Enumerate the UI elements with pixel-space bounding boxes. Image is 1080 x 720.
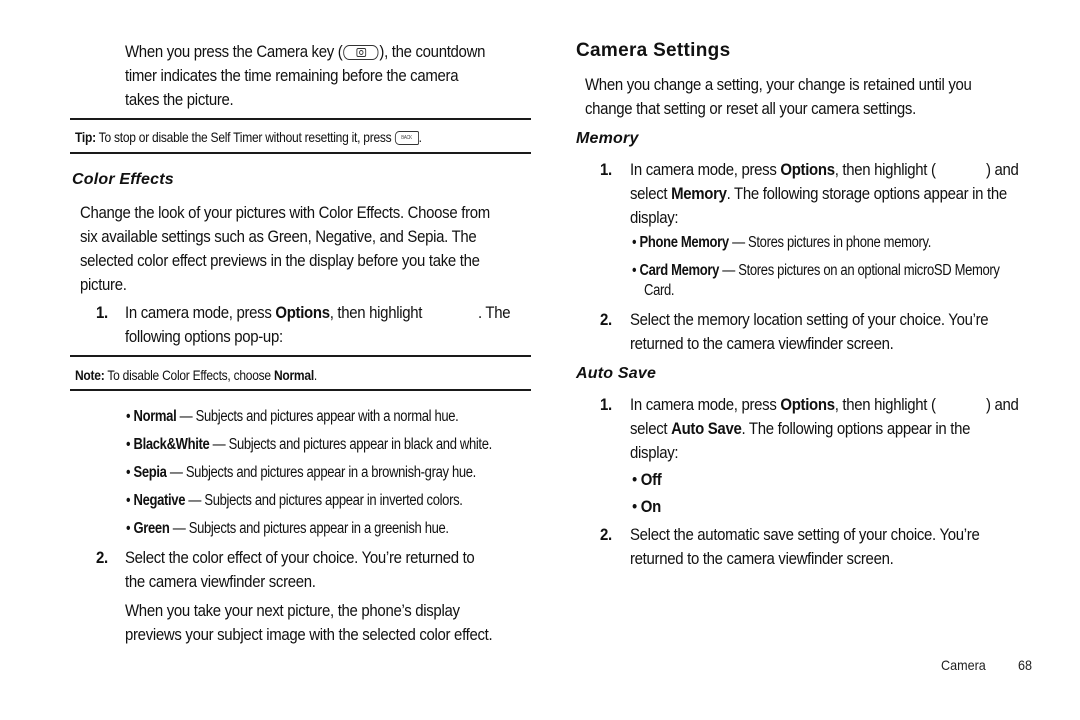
memory-step2-line1: Select the memory location setting of yo… [630,310,989,329]
note-bottom-rule [70,389,531,391]
option-desc: — Subjects and pictures appear in a brow… [166,464,476,481]
list-item: • Green — Subjects and pictures appear i… [126,520,449,537]
step-text: select [630,184,672,203]
step-number: 2. [96,548,108,567]
color-effects-step1-line2: following options pop-up: [125,327,283,346]
intro-text: When you press the Camera key ( [125,42,343,61]
camera-key-icon [343,45,379,61]
option-name: Normal [133,408,177,425]
tip-end: . [418,129,422,145]
intro-text: ), the countdown [379,42,486,61]
option-name: Sepia [133,464,167,481]
tip-body: To stop or disable the Self Timer withou… [95,129,395,145]
option-name: On [640,497,661,516]
auto-save-step1-end: ) and [986,395,1019,414]
memory-step2-line2: returned to the camera viewfinder screen… [630,334,894,353]
step-text: In camera mode, press [125,303,276,322]
option-name: Off [640,470,662,489]
tip-top-rule [70,118,531,120]
memory-step1-line1: In camera mode, press Options, then high… [630,158,936,182]
option-name: Phone Memory [639,234,730,251]
note-text: Note: To disable Color Effects, choose N… [75,366,317,384]
option-desc: — Stores pictures on an optional microSD… [719,262,1000,279]
note-keyword: Normal [273,367,314,383]
auto-save-step2-line2: returned to the camera viewfinder screen… [630,549,894,568]
footer-section-name: Camera [941,657,986,673]
step-text: In camera mode, press [630,160,781,179]
tip-label: Tip: [75,129,96,145]
color-effects-para-line: Change the look of your pictures with Co… [80,203,490,222]
step-text: . The following options appear in the [741,419,971,438]
memory-step1-end: ) and [986,160,1019,179]
camera-settings-para-line: When you change a setting, your change i… [585,75,972,94]
page-number: 68 [1018,657,1033,673]
option-desc: — Subjects and pictures appear with a no… [176,408,459,425]
color-effects-step2-line2: the camera viewfinder screen. [125,572,316,591]
auto-save-keyword: Auto Save [671,419,742,438]
option-name: Card Memory [639,262,720,279]
step-text: . The following storage options appear i… [726,184,1008,203]
step-text: In camera mode, press [630,395,781,414]
options-keyword: Options [780,395,835,414]
list-item: • Negative — Subjects and pictures appea… [126,492,463,509]
option-desc: — Stores pictures in phone memory. [728,234,932,251]
list-item: • Normal — Subjects and pictures appear … [126,408,459,425]
option-name: Negative [133,492,186,509]
memory-step1-line2: select Memory. The following storage opt… [630,182,1007,206]
color-effects-step1-end: . The [478,303,511,322]
intro-line-2: timer indicates the time remaining befor… [125,66,459,85]
color-effects-para-line: six available settings such as Green, Ne… [80,227,477,246]
step-text: , then highlight ( [834,395,936,414]
step-number: 1. [600,395,612,414]
step-number: 2. [600,310,612,329]
option-name: Black&White [133,436,210,453]
option-desc: — Subjects and pictures appear in black … [209,436,493,453]
list-item: • Phone Memory — Stores pictures in phon… [632,234,932,251]
list-item: • Sepia — Subjects and pictures appear i… [126,464,476,481]
option-desc: — Subjects and pictures appear in invert… [185,492,463,509]
note-end: . [313,367,317,383]
color-effects-para-line: picture. [80,275,127,294]
auto-save-step2-line1: Select the automatic save setting of you… [630,525,980,544]
step-text: select [630,419,672,438]
list-item: • Card Memory — Stores pictures on an op… [632,262,1000,279]
note-label: Note: [75,367,105,383]
note-body: To disable Color Effects, choose [104,367,274,383]
color-effects-step2-line1: Select the color effect of your choice. … [125,548,475,567]
options-keyword: Options [780,160,835,179]
step-number: 1. [600,160,612,179]
option-name: Green [133,520,170,537]
list-item: • On [632,497,661,516]
memory-keyword: Memory [671,184,727,203]
back-key-icon: BACK [394,131,419,146]
auto-save-step1-line2: select Auto Save. The following options … [630,417,970,441]
color-effects-step1-line1: In camera mode, press Options, then high… [125,301,422,325]
intro-line-1: When you press the Camera key ( ), the co… [125,40,485,64]
intro-line-3: takes the picture. [125,90,234,109]
auto-save-heading: Auto Save [576,365,657,382]
options-keyword: Options [275,303,330,322]
list-item: • Off [632,470,662,489]
tip-bottom-rule [70,152,531,154]
step-text: , then highlight [329,303,423,322]
option-desc: — Subjects and pictures appear in a gree… [169,520,449,537]
auto-save-step1-line3: display: [630,443,679,462]
list-item-continuation: Card. [644,282,675,299]
camera-settings-para-line: change that setting or reset all your ca… [585,99,916,118]
memory-step1-line3: display: [630,208,679,227]
step-number: 1. [96,303,108,322]
step-text: , then highlight ( [834,160,936,179]
camera-settings-heading: Camera Settings [576,40,731,61]
step-number: 2. [600,525,612,544]
closing-line: When you take your next picture, the pho… [125,601,460,620]
memory-heading: Memory [576,130,639,147]
color-effects-para-line: selected color effect previews in the di… [80,251,480,270]
tip-text: Tip: To stop or disable the Self Timer w… [75,128,422,146]
closing-line: previews your subject image with the sel… [125,625,493,644]
note-top-rule [70,355,531,357]
list-item: • Black&White — Subjects and pictures ap… [126,436,493,453]
auto-save-step1-line1: In camera mode, press Options, then high… [630,393,936,417]
color-effects-heading: Color Effects [72,171,174,188]
